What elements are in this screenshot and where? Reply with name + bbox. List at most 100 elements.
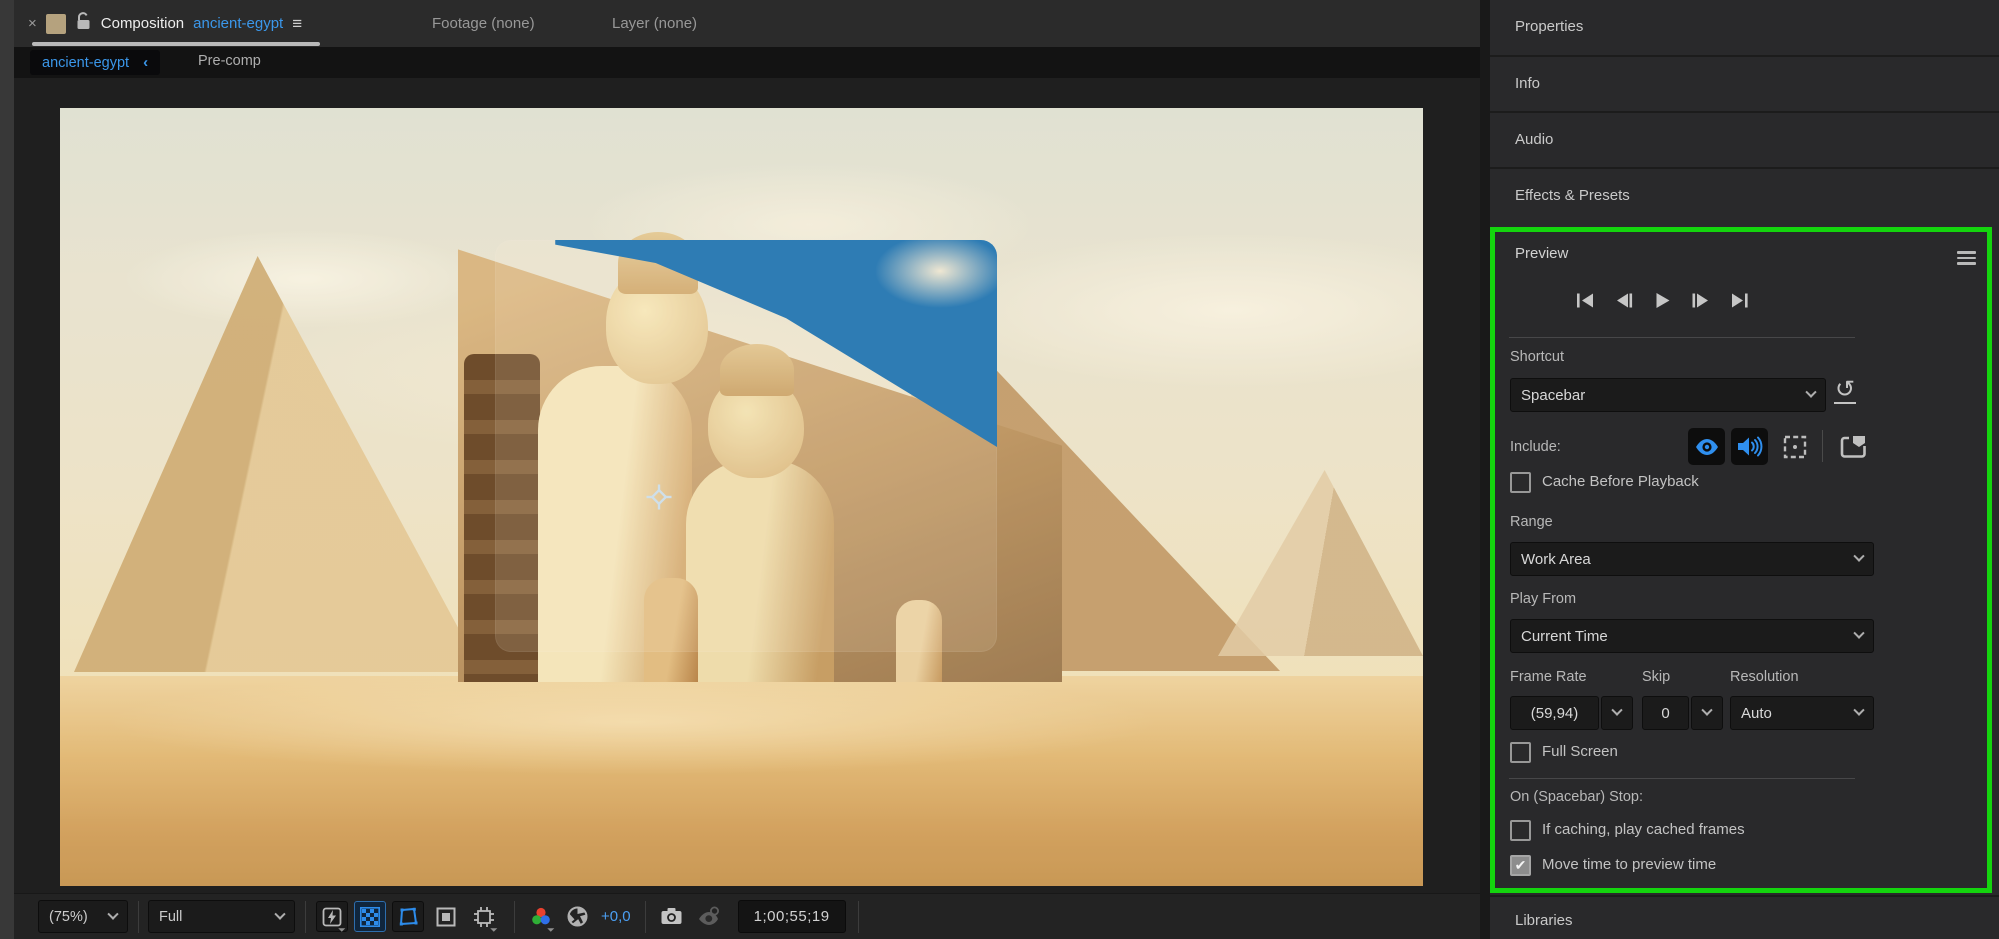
- section-divider: [1509, 337, 1855, 338]
- on-spacebar-stop-label: On (Spacebar) Stop:: [1510, 789, 1643, 805]
- transparency-grid-button[interactable]: [354, 901, 386, 932]
- flyout-triangle: [543, 921, 555, 932]
- include-overlays-toggle[interactable]: [1776, 428, 1813, 465]
- panel-header-properties[interactable]: Properties: [1490, 0, 1999, 56]
- after-effects-window: × Composition ancient-egypt ≡ Footage (n…: [0, 0, 1999, 939]
- include-label: Include:: [1510, 439, 1561, 455]
- chevron-down-icon: [1701, 704, 1713, 716]
- panel-header-label: Audio: [1515, 131, 1554, 148]
- chevron-down-icon: [1853, 704, 1865, 716]
- panel-header-effects-presets[interactable]: Effects & Presets: [1490, 169, 1999, 225]
- right-panel-stack: Properties Info Audio Effects & Presets …: [1490, 0, 1999, 939]
- skip-chevron-button[interactable]: [1691, 696, 1723, 730]
- panel-menu-icon[interactable]: ≡: [292, 14, 302, 34]
- breadcrumb-current-chip[interactable]: ancient-egypt ‹: [30, 50, 161, 75]
- viewer-toolbar: (75%) Full +0,0 1;00;55;19: [14, 893, 1480, 939]
- channel-rgb-button[interactable]: [525, 901, 557, 932]
- toolbar-separator: [514, 900, 515, 933]
- play-from-label: Play From: [1510, 591, 1577, 607]
- toolbar-separator: [305, 900, 306, 933]
- chevron-down-icon: [107, 908, 119, 920]
- panel-divider-column[interactable]: [1480, 0, 1490, 939]
- tab-composition-label: Composition: [100, 15, 185, 32]
- preview-panel-highlighted: Preview Shortcut Spacebar ↺ Include: Cac…: [1490, 227, 1992, 893]
- play-from-dropdown[interactable]: Current Time: [1510, 619, 1874, 653]
- toolbar-separator: [644, 900, 646, 933]
- frame-rate-label: Frame Rate: [1510, 669, 1587, 685]
- shortcut-dropdown[interactable]: Spacebar: [1510, 378, 1826, 412]
- tab-footage[interactable]: Footage (none): [432, 0, 535, 47]
- grid-guides-button[interactable]: [468, 901, 500, 932]
- resolution-value: Full: [159, 908, 183, 925]
- snapshot-camera-icon[interactable]: [656, 901, 688, 932]
- if-caching-label: If caching, play cached frames: [1542, 821, 1745, 838]
- panel-header-libraries[interactable]: Libraries: [1515, 912, 1573, 929]
- last-frame-button[interactable]: [1730, 292, 1749, 309]
- next-frame-button[interactable]: [1691, 292, 1710, 309]
- skip-value: 0: [1661, 704, 1670, 722]
- play-from-value: Current Time: [1521, 627, 1608, 645]
- preview-panel-title[interactable]: Preview: [1515, 245, 1568, 262]
- current-time-display[interactable]: 1;00;55;19: [737, 900, 846, 933]
- shortcut-value: Spacebar: [1521, 386, 1586, 404]
- resolution-dropdown[interactable]: Full: [148, 900, 295, 933]
- magnification-value: (75%): [49, 908, 88, 925]
- magnification-dropdown[interactable]: (75%): [38, 900, 128, 933]
- title-action-safe-button[interactable]: [430, 901, 462, 932]
- exposure-value[interactable]: +0,0: [601, 908, 631, 925]
- range-dropdown[interactable]: Work Area: [1510, 542, 1874, 576]
- transport-controls: [1576, 292, 1749, 309]
- mercury-transmit-toggle[interactable]: [1835, 428, 1872, 465]
- chevron-down-icon: [1805, 386, 1817, 398]
- lock-open-icon[interactable]: [75, 11, 92, 36]
- tab-layer[interactable]: Layer (none): [612, 0, 697, 47]
- move-time-checkbox[interactable]: ✔: [1510, 855, 1531, 876]
- previous-frame-button[interactable]: [1615, 292, 1634, 309]
- range-value: Work Area: [1521, 550, 1591, 568]
- skip-value-box[interactable]: 0: [1642, 696, 1689, 730]
- panel-header-info[interactable]: Info: [1490, 57, 1999, 113]
- composition-breadcrumb-row: ancient-egypt ‹ Pre-comp: [14, 47, 1480, 78]
- resolution-preview-value: Auto: [1741, 704, 1772, 722]
- frame-rate-chevron-button[interactable]: [1601, 696, 1633, 730]
- composition-canvas[interactable]: [60, 108, 1423, 886]
- layer-anchor-point-icon[interactable]: [646, 484, 672, 510]
- resolution-preview-dropdown[interactable]: Auto: [1730, 696, 1874, 730]
- flyout-triangle: [486, 921, 498, 932]
- viewer-tab-bar: × Composition ancient-egypt ≡ Footage (n…: [14, 0, 1480, 47]
- show-snapshot-eye-icon[interactable]: [692, 901, 724, 932]
- panel-header-label: Properties: [1515, 18, 1584, 35]
- tab-composition[interactable]: × Composition ancient-egypt ≡: [18, 0, 311, 47]
- resolution-label: Resolution: [1730, 669, 1799, 685]
- preview-panel-menu-icon[interactable]: [1957, 248, 1976, 268]
- tab-composition-name: ancient-egypt: [193, 15, 284, 32]
- exposure-reset-icon[interactable]: [561, 901, 593, 932]
- reset-shortcut-icon[interactable]: ↺: [1834, 378, 1857, 404]
- chevron-down-icon: [274, 908, 286, 920]
- if-caching-checkbox[interactable]: [1510, 820, 1531, 841]
- full-screen-checkbox[interactable]: [1510, 742, 1531, 763]
- play-button[interactable]: [1654, 292, 1671, 309]
- cache-before-playback-label: Cache Before Playback: [1542, 473, 1699, 490]
- frame-rate-value-box[interactable]: (59,94): [1510, 696, 1599, 730]
- panel-edge-strip: [0, 0, 14, 939]
- section-divider: [1509, 778, 1855, 779]
- panel-header-audio[interactable]: Audio: [1490, 113, 1999, 169]
- precomp-layer-rect[interactable]: [495, 240, 997, 652]
- move-time-label: Move time to preview time: [1542, 856, 1717, 873]
- breadcrumb-current[interactable]: ancient-egypt: [42, 55, 129, 71]
- panel-color-swatch: [45, 13, 66, 34]
- active-tab-underline: [32, 42, 320, 46]
- region-of-interest-button[interactable]: [392, 901, 424, 932]
- close-tab-icon[interactable]: ×: [28, 15, 37, 32]
- breadcrumb-parent[interactable]: Pre-comp: [198, 53, 261, 69]
- include-separator: [1822, 430, 1823, 462]
- composition-viewer[interactable]: [14, 78, 1480, 893]
- fast-previews-button[interactable]: [316, 901, 348, 932]
- include-video-toggle[interactable]: [1688, 428, 1725, 465]
- chevron-down-icon: [1853, 627, 1865, 639]
- chevron-down-icon: [1611, 704, 1623, 716]
- include-audio-toggle[interactable]: [1731, 428, 1768, 465]
- cache-before-playback-checkbox[interactable]: [1510, 472, 1531, 493]
- first-frame-button[interactable]: [1576, 292, 1595, 309]
